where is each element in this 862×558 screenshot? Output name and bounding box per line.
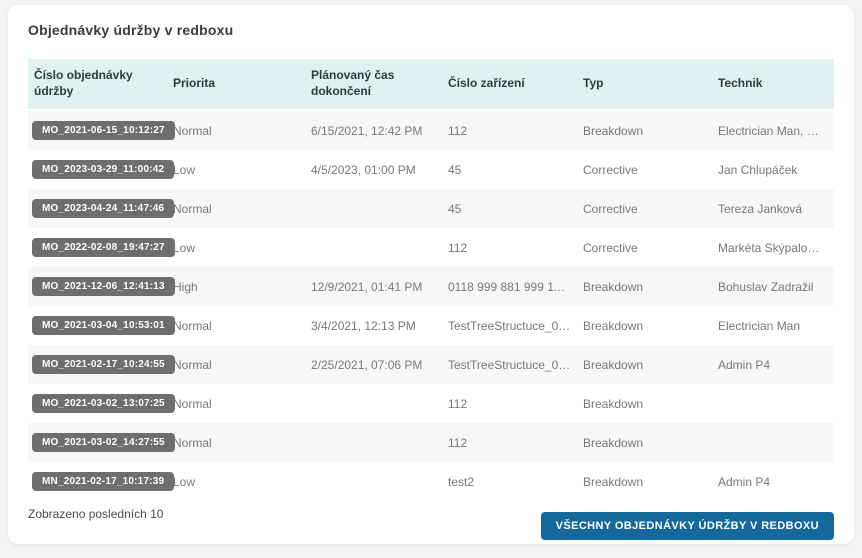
order-number-badge: MO_2021-12-06_12:41:13 [32, 277, 175, 296]
priority-cell: Normal [173, 436, 311, 450]
order-number-badge: MO_2021-02-17_10:24:55 [32, 355, 175, 374]
order-number-cell: MO_2022-02-08_19:47:27 [28, 238, 173, 257]
order-number-cell: MO_2021-06-15_10:12:27 [28, 121, 173, 140]
order-number-badge: MO_2021-03-04_10:53:01 [32, 316, 175, 335]
type-cell: Corrective [583, 163, 718, 177]
page-title: Objednávky údržby v redboxu [28, 22, 834, 38]
column-header-planned-completion: Plánovaný čas dokončení [311, 68, 448, 99]
technician-cell: Admin P4 [718, 358, 834, 372]
maintenance-orders-card: Objednávky údržby v redboxu Číslo objedn… [8, 5, 854, 544]
type-cell: Breakdown [583, 319, 718, 333]
order-number-badge: MO_2021-06-15_10:12:27 [32, 121, 175, 140]
column-header-device-number: Číslo zařízení [448, 76, 583, 92]
column-header-order-number: Číslo objednávky údržby [28, 68, 173, 99]
device-number-cell: 45 [448, 202, 583, 216]
order-number-cell: MN_2021-02-17_10:17:39 [28, 472, 173, 491]
table-body: MO_2021-06-15_10:12:27 Normal 6/15/2021,… [28, 111, 834, 501]
device-number-cell: 45 [448, 163, 583, 177]
planned-completion-cell: 2/25/2021, 07:06 PM [311, 358, 448, 372]
order-number-badge: MN_2021-02-17_10:17:39 [32, 472, 174, 491]
priority-cell: Normal [173, 319, 311, 333]
order-number-cell: MO_2021-03-04_10:53:01 [28, 316, 173, 335]
table-row[interactable]: MO_2023-03-29_11:00:42 Low 4/5/2023, 01:… [28, 150, 834, 189]
order-number-cell: MO_2021-02-17_10:24:55 [28, 355, 173, 374]
priority-cell: Low [173, 163, 311, 177]
technician-cell: Tereza Janková [718, 202, 834, 216]
technician-cell: Jan Chlupáček [718, 163, 834, 177]
priority-cell: Normal [173, 358, 311, 372]
table-header-row: Číslo objednávky údržby Priorita Plánova… [28, 59, 834, 111]
type-cell: Corrective [583, 241, 718, 255]
order-number-cell: MO_2023-03-29_11:00:42 [28, 160, 173, 179]
device-number-cell: 0118 999 881 999 119 725 [448, 280, 583, 294]
table-row[interactable]: MO_2021-03-02_14:27:55 Normal 112 Breakd… [28, 423, 834, 462]
type-cell: Breakdown [583, 124, 718, 138]
priority-cell: High [173, 280, 311, 294]
device-number-cell: 112 [448, 124, 583, 138]
device-number-cell: 112 [448, 397, 583, 411]
table-row[interactable]: MO_2021-12-06_12:41:13 High 12/9/2021, 0… [28, 267, 834, 306]
planned-completion-cell: 3/4/2021, 12:13 PM [311, 319, 448, 333]
table-footer: Zobrazeno posledních 10 Všechny objednáv… [28, 505, 834, 540]
planned-completion-cell: 12/9/2021, 01:41 PM [311, 280, 448, 294]
order-number-badge: MO_2021-03-02_13:07:25 [32, 394, 175, 413]
column-header-technician: Technik [718, 76, 834, 92]
technician-cell: Bohuslav Zadražil [718, 280, 834, 294]
column-header-type: Typ [583, 76, 718, 92]
priority-cell: Normal [173, 397, 311, 411]
technician-cell: Markéta Skýpalová, Jaku… [718, 241, 834, 255]
order-number-badge: MO_2023-03-29_11:00:42 [32, 160, 174, 179]
type-cell: Breakdown [583, 397, 718, 411]
device-number-cell: 112 [448, 436, 583, 450]
table-row[interactable]: MO_2021-02-17_10:24:55 Normal 2/25/2021,… [28, 345, 834, 384]
column-header-priority: Priorita [173, 76, 311, 92]
table-row[interactable]: MO_2023-04-24_11:47:46 Normal 45 Correct… [28, 189, 834, 228]
device-number-cell: 112 [448, 241, 583, 255]
table-row[interactable]: MN_2021-02-17_10:17:39 Low test2 Breakdo… [28, 462, 834, 501]
type-cell: Breakdown [583, 280, 718, 294]
table-row[interactable]: MO_2021-03-04_10:53:01 Normal 3/4/2021, … [28, 306, 834, 345]
order-number-cell: MO_2023-04-24_11:47:46 [28, 199, 173, 218]
type-cell: Breakdown [583, 358, 718, 372]
order-number-cell: MO_2021-03-02_13:07:25 [28, 394, 173, 413]
shown-count-label: Zobrazeno posledních 10 [28, 505, 163, 521]
maintenance-orders-table: Číslo objednávky údržby Priorita Plánova… [28, 59, 834, 501]
device-number-cell: TestTreeStructuce_007 [448, 358, 583, 372]
technician-cell: Electrician Man [718, 319, 834, 333]
planned-completion-cell: 6/15/2021, 12:42 PM [311, 124, 448, 138]
priority-cell: Low [173, 475, 311, 489]
type-cell: Breakdown [583, 475, 718, 489]
type-cell: Corrective [583, 202, 718, 216]
technician-cell: Admin P4 [718, 475, 834, 489]
order-number-badge: MO_2021-03-02_14:27:55 [32, 433, 175, 452]
device-number-cell: test2 [448, 475, 583, 489]
all-maintenance-orders-button[interactable]: Všechny objednávky údržby v redboxu [541, 512, 834, 540]
order-number-cell: MO_2021-03-02_14:27:55 [28, 433, 173, 452]
device-number-cell: TestTreeStructuce_007 [448, 319, 583, 333]
table-row[interactable]: MO_2022-02-08_19:47:27 Low 112 Correctiv… [28, 228, 834, 267]
planned-completion-cell: 4/5/2023, 01:00 PM [311, 163, 448, 177]
type-cell: Breakdown [583, 436, 718, 450]
order-number-badge: MO_2023-04-24_11:47:46 [32, 199, 174, 218]
table-row[interactable]: MO_2021-03-02_13:07:25 Normal 112 Breakd… [28, 384, 834, 423]
order-number-cell: MO_2021-12-06_12:41:13 [28, 277, 173, 296]
priority-cell: Normal [173, 124, 311, 138]
order-number-badge: MO_2022-02-08_19:47:27 [32, 238, 175, 257]
technician-cell: Electrician Man, Jan Chlu… [718, 124, 834, 138]
priority-cell: Normal [173, 202, 311, 216]
table-row[interactable]: MO_2021-06-15_10:12:27 Normal 6/15/2021,… [28, 111, 834, 150]
priority-cell: Low [173, 241, 311, 255]
